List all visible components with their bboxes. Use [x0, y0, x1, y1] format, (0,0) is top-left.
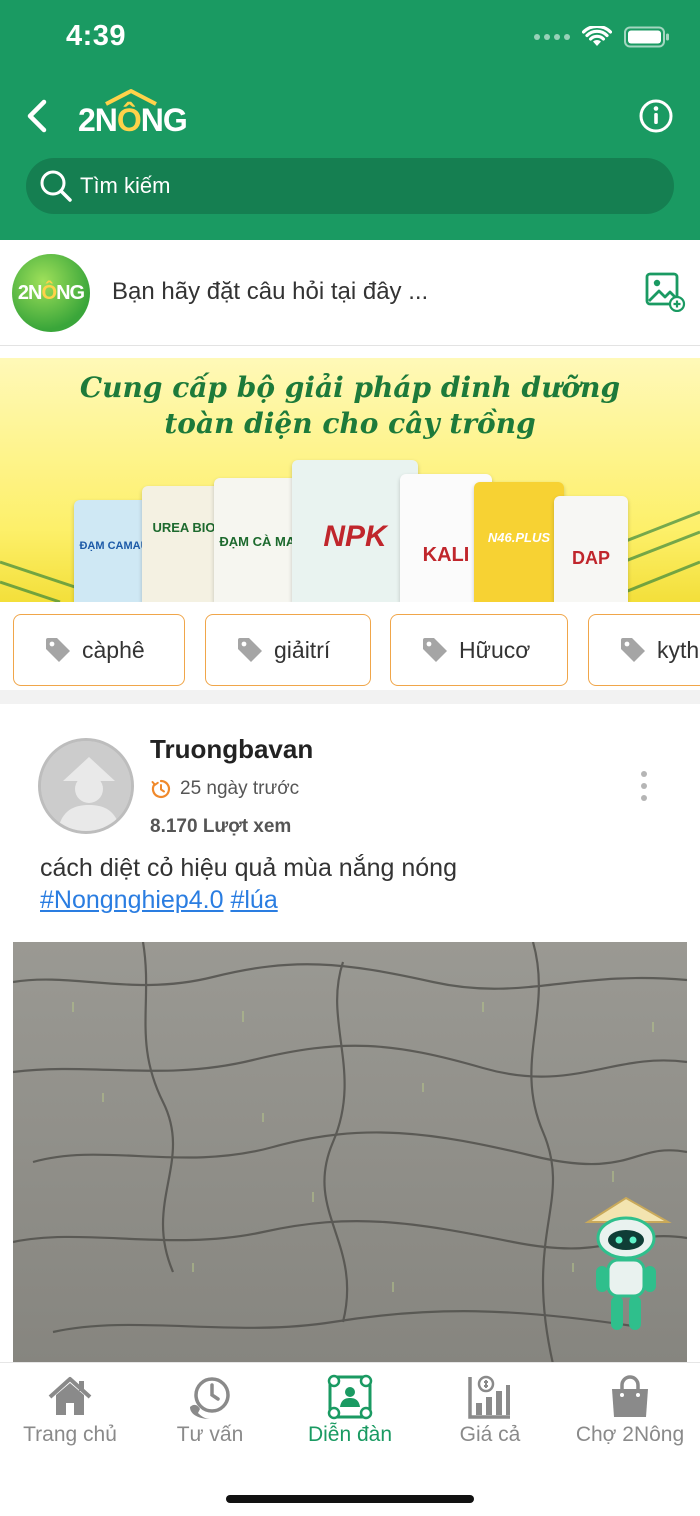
banner-line-1: Cung cấp bộ giải pháp dinh dưỡng: [79, 371, 621, 404]
more-options-icon[interactable]: [632, 768, 656, 804]
logo-accent: Ô: [116, 102, 142, 138]
price-chart-icon: [468, 1375, 510, 1419]
app-avatar: 2NÔNG: [12, 254, 90, 332]
cellular-signal-icon: [534, 34, 570, 40]
banner-title: Cung cấp bộ giải pháp dinh dưỡng toàn di…: [0, 370, 700, 442]
tab-market[interactable]: Chợ 2Nông: [560, 1373, 700, 1453]
phone-clock-icon: [190, 1377, 230, 1419]
assistant-robot-icon[interactable]: [578, 1192, 674, 1342]
tag-icon: [621, 638, 645, 662]
tag-chip[interactable]: giảitrí: [205, 614, 371, 686]
tag-filter-row: càphê giảitrí Hữucơ kyth: [0, 602, 700, 702]
logo-prefix: 2N: [78, 102, 118, 138]
back-icon[interactable]: [20, 94, 56, 138]
home-indicator: [226, 1495, 474, 1503]
hashtag-link[interactable]: #lúa: [230, 886, 277, 914]
tab-label: Chợ 2Nông: [575, 1423, 685, 1446]
search-placeholder: Tìm kiếm: [80, 173, 171, 198]
post-content: cách diệt cỏ hiệu quả mùa nắng nóng #Non…: [40, 852, 660, 916]
tab-label: Tư vấn: [176, 1423, 244, 1446]
nav-row: 2NÔNG: [0, 86, 700, 146]
promo-banner[interactable]: Cung cấp bộ giải pháp dinh dưỡng toàn di…: [0, 358, 700, 602]
tag-chip[interactable]: Hữucơ: [390, 614, 568, 686]
avatar-prefix: 2N: [17, 281, 43, 304]
tab-home[interactable]: Trang chủ: [0, 1373, 140, 1453]
post-hashtags: #Nongnghiep4.0 #lúa: [40, 884, 660, 916]
tag-icon: [238, 638, 262, 662]
tab-prices[interactable]: Giá cả: [420, 1373, 560, 1453]
author-avatar[interactable]: [38, 738, 134, 834]
tab-forum[interactable]: Diễn đàn: [280, 1373, 420, 1453]
hashtag-link[interactable]: #Nongnghiep4.0: [40, 886, 224, 914]
view-count: 8.170 Lượt xem: [150, 816, 292, 837]
search-input[interactable]: Tìm kiếm: [26, 158, 674, 214]
search-icon: [40, 170, 72, 202]
shopping-bag-icon: [612, 1375, 648, 1417]
clock-icon: [151, 779, 171, 799]
post-author[interactable]: Truongbavan: [150, 734, 313, 765]
banner-line-2: toàn diện cho cây trồng: [164, 407, 536, 440]
logo-suffix: NG: [140, 102, 188, 138]
ask-question-row[interactable]: 2NÔNG Bạn hãy đặt câu hỏi tại đây ...: [0, 240, 700, 346]
tag-icon: [46, 638, 70, 662]
product-bag: N46.PLUS: [474, 482, 564, 602]
info-icon[interactable]: [638, 98, 674, 134]
post-body: cách diệt cỏ hiệu quả mùa nắng nóng: [40, 854, 457, 882]
tag-icon: [423, 638, 447, 662]
post-time: 25 ngày trước: [180, 778, 300, 799]
tag-chip[interactable]: kyth: [588, 614, 700, 686]
section-divider: [0, 690, 700, 704]
farmer-avatar-icon: [41, 741, 131, 831]
wifi-icon: [582, 26, 612, 46]
status-icons: [534, 26, 670, 48]
tag-label: giảitrí: [274, 636, 331, 663]
bottom-tab-bar: Trang chủ Tư vấn Diễn đàn Giá cả Chợ 2Nô…: [0, 1362, 700, 1516]
avatar-accent: Ô: [41, 281, 58, 304]
tag-label: Hữucơ: [459, 636, 531, 663]
post-time-row: 25 ngày trước: [150, 778, 299, 800]
product-bag: DAP: [554, 496, 628, 602]
tab-label: Diễn đàn: [307, 1423, 393, 1446]
tag-label: càphê: [82, 636, 145, 663]
tab-label: Giá cả: [459, 1423, 521, 1446]
tab-consult[interactable]: Tư vấn: [140, 1373, 280, 1453]
battery-icon: [624, 26, 669, 48]
forum-icon: [327, 1374, 373, 1420]
status-bar: 4:39: [0, 0, 700, 80]
tag-label: kyth: [657, 636, 700, 663]
ask-question-input[interactable]: Bạn hãy đặt câu hỏi tại đây ...: [112, 278, 428, 306]
status-time: 4:39: [66, 20, 127, 52]
add-image-icon[interactable]: [644, 270, 686, 312]
app-header: 4:39 2NÔNG Tìm kiếm: [0, 0, 700, 240]
tag-chip[interactable]: càphê: [13, 614, 185, 686]
home-icon: [48, 1377, 92, 1415]
product-label: DAP: [571, 548, 610, 568]
tab-label: Trang chủ: [23, 1423, 117, 1446]
avatar-suffix: NG: [56, 281, 85, 304]
product-label: N46.PLUS: [487, 530, 551, 545]
